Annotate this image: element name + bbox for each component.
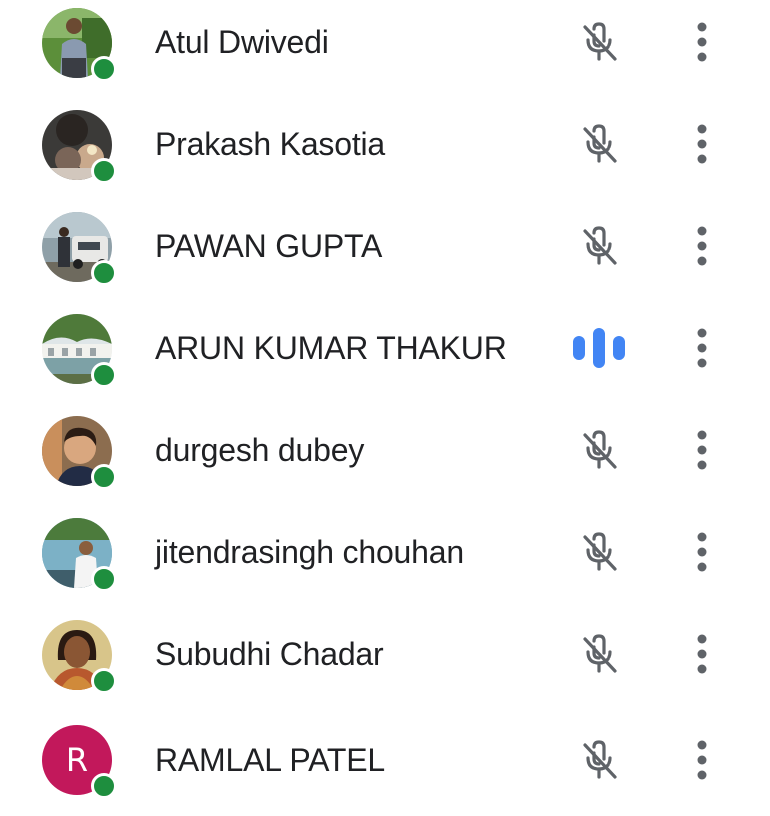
audio-level-icon[interactable] (572, 321, 626, 375)
more-vert-icon[interactable] (680, 733, 724, 787)
participant-name: RAMLAL PATEL (155, 742, 385, 778)
online-status-dot (91, 56, 117, 82)
participant-name: Atul Dwivedi (155, 24, 329, 60)
online-status-dot (91, 773, 117, 799)
mic-off-icon[interactable] (572, 15, 626, 69)
more-vert-icon[interactable] (680, 627, 724, 681)
participant-name: jitendrasingh chouhan (155, 534, 464, 570)
participant-name: Subudhi Chadar (155, 636, 384, 672)
mic-off-icon[interactable] (572, 219, 626, 273)
participant-name: PAWAN GUPTA (155, 228, 383, 264)
participant-list: Atul Dwivedi Prakash Kasotia PAWAN GUPTA… (0, 0, 770, 805)
participant-row[interactable]: ARUN KUMAR THAKUR (0, 306, 770, 408)
participant-name: ARUN KUMAR THAKUR (155, 330, 507, 366)
online-status-dot (91, 566, 117, 592)
mic-off-icon[interactable] (572, 525, 626, 579)
more-vert-icon[interactable] (680, 15, 724, 69)
participant-row[interactable]: Prakash Kasotia (0, 102, 770, 204)
participant-name: durgesh dubey (155, 432, 365, 468)
mic-off-icon[interactable] (572, 423, 626, 477)
mic-off-icon[interactable] (572, 627, 626, 681)
more-vert-icon[interactable] (680, 219, 724, 273)
participant-row[interactable]: jitendrasingh chouhan (0, 510, 770, 612)
more-vert-icon[interactable] (680, 525, 724, 579)
participant-name: Prakash Kasotia (155, 126, 386, 162)
mic-off-icon[interactable] (572, 117, 626, 171)
participant-row[interactable]: PAWAN GUPTA (0, 204, 770, 306)
online-status-dot (91, 464, 117, 490)
more-vert-icon[interactable] (680, 117, 724, 171)
mic-off-icon[interactable] (572, 733, 626, 787)
participant-row[interactable]: Subudhi Chadar (0, 612, 770, 714)
participant-row[interactable]: durgesh dubey (0, 408, 770, 510)
participant-row[interactable]: Atul Dwivedi (0, 0, 770, 102)
avatar-letter: R (65, 741, 89, 779)
online-status-dot (91, 260, 117, 286)
online-status-dot (91, 158, 117, 184)
more-vert-icon[interactable] (680, 423, 724, 477)
more-vert-icon[interactable] (680, 321, 724, 375)
participant-row[interactable]: R RAMLAL PATEL (0, 714, 770, 816)
online-status-dot (91, 362, 117, 388)
online-status-dot (91, 668, 117, 694)
